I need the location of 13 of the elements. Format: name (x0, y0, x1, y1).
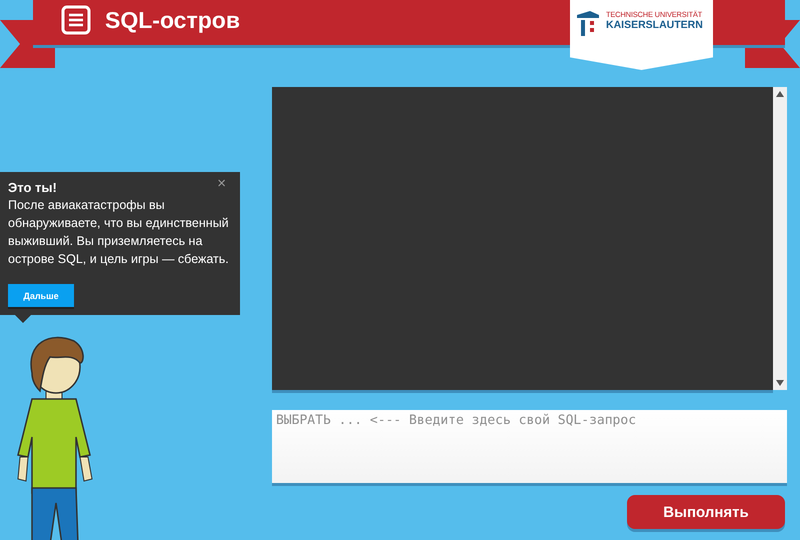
logo-mark-icon (576, 11, 600, 37)
next-button[interactable]: Дальше (8, 284, 74, 307)
close-button[interactable]: × (211, 176, 232, 191)
tooltip-title: Это ты! (8, 180, 57, 195)
scroll-down-icon[interactable] (776, 380, 784, 386)
query-field[interactable]: ВЫБРАТЬ ... <--- Введите здесь свой SQL-запрос (272, 410, 787, 483)
scrollbar[interactable] (773, 87, 787, 390)
tooltip-text: После авиакатастрофы вы обнаруживаете, что вы единственный выживший. Вы приземляетесь на острове SQL, и цель игры — сбежать. (8, 197, 230, 268)
menu-icon[interactable] (61, 5, 91, 35)
run-button[interactable]: Выполнять (627, 495, 785, 529)
logo-text: KAISERSLAUTERN (606, 19, 703, 31)
app-title: SQL-остров (105, 7, 240, 34)
scroll-up-icon[interactable] (776, 91, 784, 97)
